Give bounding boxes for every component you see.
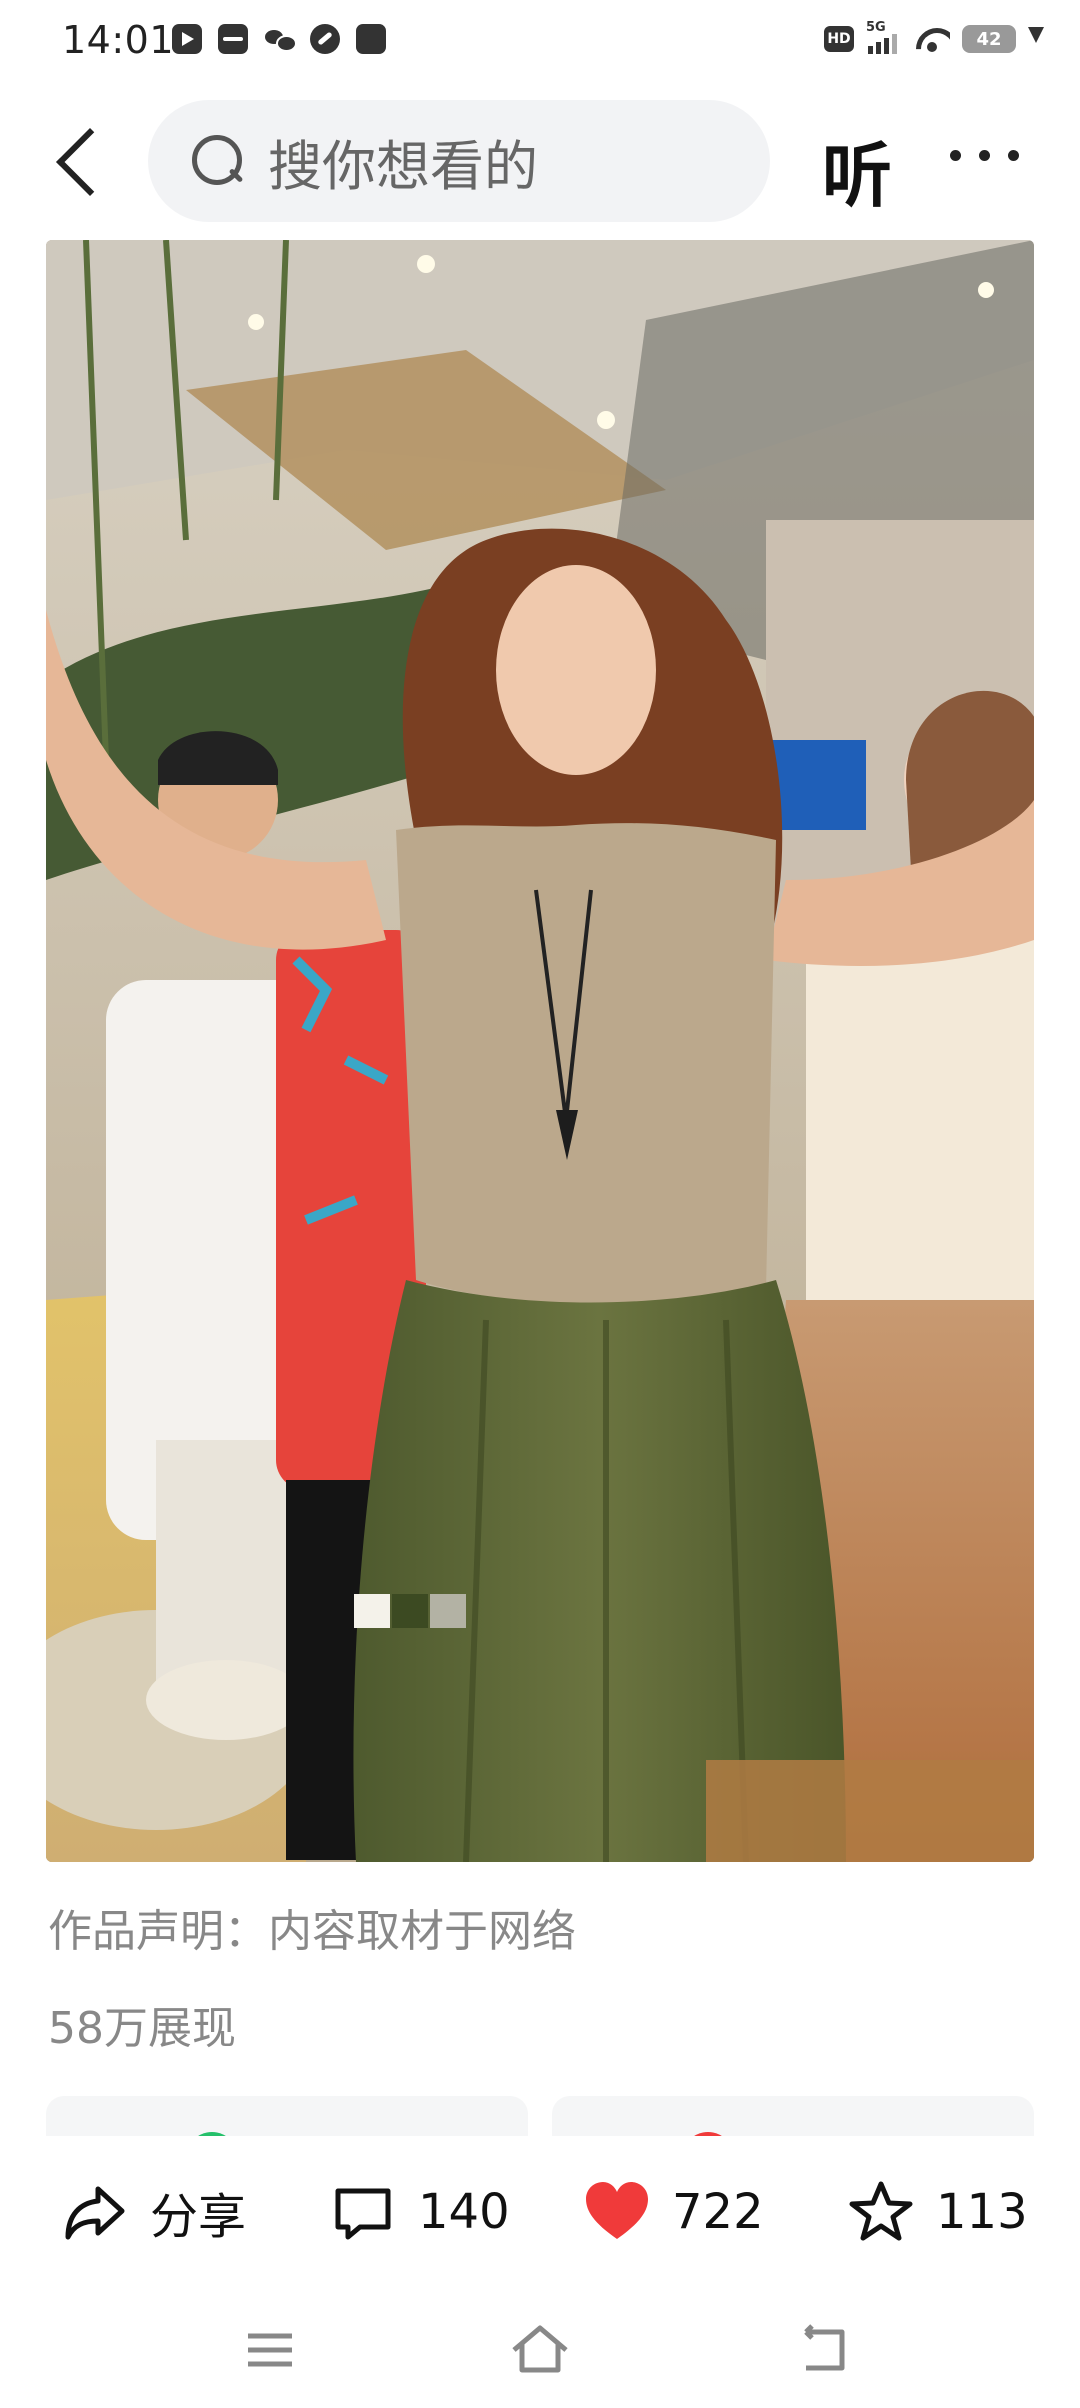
app-square-icon	[356, 24, 386, 54]
video-app-icon	[172, 24, 202, 54]
share-icon	[62, 2179, 128, 2245]
action-bar: 分享 140 722 113	[0, 2140, 1080, 2280]
system-icons: HD 5G 42	[824, 20, 1044, 54]
like-button[interactable]: 722	[584, 2176, 764, 2248]
card-icon	[682, 2132, 734, 2136]
comment-icon	[330, 2179, 396, 2245]
status-bar: 14:01 HD 5G 42	[0, 0, 1080, 86]
comment-button[interactable]: 140	[330, 2176, 510, 2248]
vivo-app-icon	[218, 24, 248, 54]
home-icon	[512, 2325, 568, 2373]
share-button[interactable]: 分享	[62, 2176, 246, 2248]
link-app-icon	[310, 24, 340, 54]
battery-icon: 42	[962, 25, 1016, 53]
like-count: 722	[672, 2184, 764, 2240]
more-button[interactable]	[950, 150, 1019, 161]
more-dot	[950, 150, 961, 161]
menu-nav-button[interactable]	[240, 2320, 300, 2380]
heart-icon	[584, 2179, 650, 2245]
view-count: 58万展现	[48, 2003, 236, 2054]
menu-icon	[248, 2333, 292, 2367]
hd-icon: HD	[824, 26, 854, 52]
favorite-count: 113	[936, 2184, 1028, 2240]
more-dot	[979, 150, 990, 161]
search-icon	[190, 133, 246, 189]
recommend-card[interactable]	[552, 2096, 1034, 2136]
back-button[interactable]	[50, 124, 110, 200]
content-statement: 作品声明：内容取材于网络	[48, 1906, 576, 1957]
more-dot	[1008, 150, 1019, 161]
wifi-icon	[914, 24, 950, 54]
video-frame	[46, 240, 1034, 1862]
video-player[interactable]	[46, 240, 1034, 1862]
recommend-card[interactable]	[46, 2096, 528, 2136]
share-label: 分享	[150, 2189, 247, 2245]
listen-button[interactable]: 听	[822, 120, 892, 221]
card-icon	[186, 2132, 238, 2136]
notification-icons	[172, 24, 386, 54]
back-icon	[804, 2324, 845, 2371]
wechat-icon	[264, 24, 297, 54]
back-nav-button[interactable]	[796, 2320, 856, 2380]
search-placeholder: 搜你想看的	[268, 134, 538, 198]
star-icon	[848, 2179, 914, 2245]
comment-count: 140	[418, 2184, 510, 2240]
home-nav-button[interactable]	[510, 2320, 570, 2380]
system-nav-bar	[0, 2290, 1080, 2408]
network-type: 5G	[866, 20, 886, 35]
top-bar: 搜你想看的 听	[0, 100, 1080, 222]
status-time: 14:01	[62, 18, 175, 62]
cellular-signal-icon: 5G	[866, 20, 902, 54]
favorite-button[interactable]: 113	[848, 2176, 1028, 2248]
charging-icon	[1028, 27, 1044, 43]
search-input[interactable]: 搜你想看的	[148, 100, 770, 222]
